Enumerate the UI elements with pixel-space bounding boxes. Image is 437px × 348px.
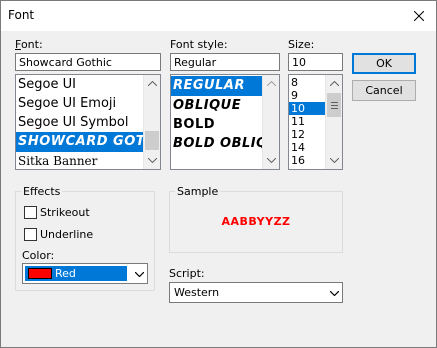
font-list-scrollbar[interactable] xyxy=(143,75,160,169)
font-list-item[interactable]: Segoe UI Emoji xyxy=(16,94,144,113)
size-list-item[interactable]: 9 xyxy=(289,89,326,102)
font-label-rest: ont: xyxy=(20,38,43,51)
font-style-label: Font style: xyxy=(170,38,228,51)
effects-group-title: Effects xyxy=(21,185,63,198)
size-listbox[interactable]: 8 9 10 11 12 14 16 xyxy=(288,74,343,170)
color-select[interactable]: Red xyxy=(22,263,148,284)
font-style-input[interactable]: Regular xyxy=(170,53,280,71)
style-list-item-selected[interactable]: REGULAR xyxy=(171,76,263,96)
script-dropdown-arrow[interactable] xyxy=(328,287,340,299)
size-list-item[interactable]: 14 xyxy=(289,141,326,154)
size-list-item[interactable]: 12 xyxy=(289,128,326,141)
script-select[interactable]: Western xyxy=(169,282,343,303)
color-label: Color: xyxy=(22,249,55,262)
title-bar[interactable]: Font xyxy=(1,1,436,31)
close-icon xyxy=(414,11,424,21)
cancel-button[interactable]: Cancel xyxy=(352,80,416,101)
color-dropdown-arrow[interactable] xyxy=(133,268,145,280)
style-list-item[interactable]: BOLD xyxy=(171,115,263,134)
chevron-down-icon xyxy=(329,158,339,163)
ok-button[interactable]: OK xyxy=(352,53,416,74)
font-list-item[interactable]: Segoe UI xyxy=(16,75,144,94)
size-list-item[interactable]: 8 xyxy=(289,76,326,89)
style-list-item[interactable]: BOLD OBLIQ xyxy=(171,134,263,153)
chevron-down-icon xyxy=(147,158,157,163)
scroll-up-button[interactable] xyxy=(326,75,342,92)
scroll-down-button[interactable] xyxy=(144,152,160,169)
strikeout-checkbox[interactable] xyxy=(24,206,37,219)
scroll-thumb[interactable] xyxy=(145,131,159,150)
strikeout-label[interactable]: Strikeout xyxy=(40,206,90,219)
size-list-item-selected[interactable]: 10 xyxy=(289,102,326,115)
style-list-scrollbar[interactable] xyxy=(262,75,279,169)
sample-preview-text: AaBbYyZz xyxy=(221,215,291,228)
scroll-down-button[interactable] xyxy=(326,152,342,169)
size-list-scrollbar[interactable] xyxy=(325,75,342,169)
size-input[interactable]: 10 xyxy=(288,53,343,71)
font-list-item[interactable]: Segoe UI Symbol xyxy=(16,113,144,132)
font-dialog-window: Font Font: Showcard Gothic Segoe UI Sego… xyxy=(0,0,437,348)
font-label: Font: xyxy=(15,38,43,51)
font-name-input[interactable]: Showcard Gothic xyxy=(15,53,161,71)
style-list-item[interactable]: OBLIQUE xyxy=(171,96,263,115)
underline-label[interactable]: Underline xyxy=(40,228,93,241)
close-button[interactable] xyxy=(402,1,436,31)
chevron-down-icon xyxy=(266,158,276,163)
sample-group-title: Sample xyxy=(175,185,221,198)
font-listbox[interactable]: Segoe UI Segoe UI Emoji Segoe UI Symbol … xyxy=(15,74,161,170)
chevron-up-icon xyxy=(329,81,339,86)
font-list-item-selected[interactable]: SHOWCARD GOTH xyxy=(16,132,144,152)
script-select-value: Western xyxy=(174,286,220,299)
font-list-item[interactable]: Sitka Banner xyxy=(16,152,144,169)
scroll-down-button[interactable] xyxy=(263,152,279,169)
chevron-up-icon xyxy=(266,81,276,86)
size-label: Size: xyxy=(288,38,315,51)
size-list-item[interactable]: 11 xyxy=(289,115,326,128)
chevron-up-icon xyxy=(147,81,157,86)
size-list-item[interactable]: 16 xyxy=(289,154,326,167)
chevron-down-icon xyxy=(329,290,339,296)
underline-checkbox[interactable] xyxy=(24,228,37,241)
scroll-thumb[interactable] xyxy=(327,93,341,117)
font-style-listbox[interactable]: REGULAR OBLIQUE BOLD BOLD OBLIQ xyxy=(170,74,280,170)
color-swatch xyxy=(28,268,52,279)
scroll-up-button[interactable] xyxy=(263,75,279,92)
scroll-up-button[interactable] xyxy=(144,75,160,92)
dialog-client-area: Font: Showcard Gothic Segoe UI Segoe UI … xyxy=(1,31,436,347)
chevron-down-icon xyxy=(134,271,144,277)
color-select-value: Red xyxy=(55,267,76,280)
script-label: Script: xyxy=(169,267,205,280)
window-title: Font xyxy=(8,8,35,22)
